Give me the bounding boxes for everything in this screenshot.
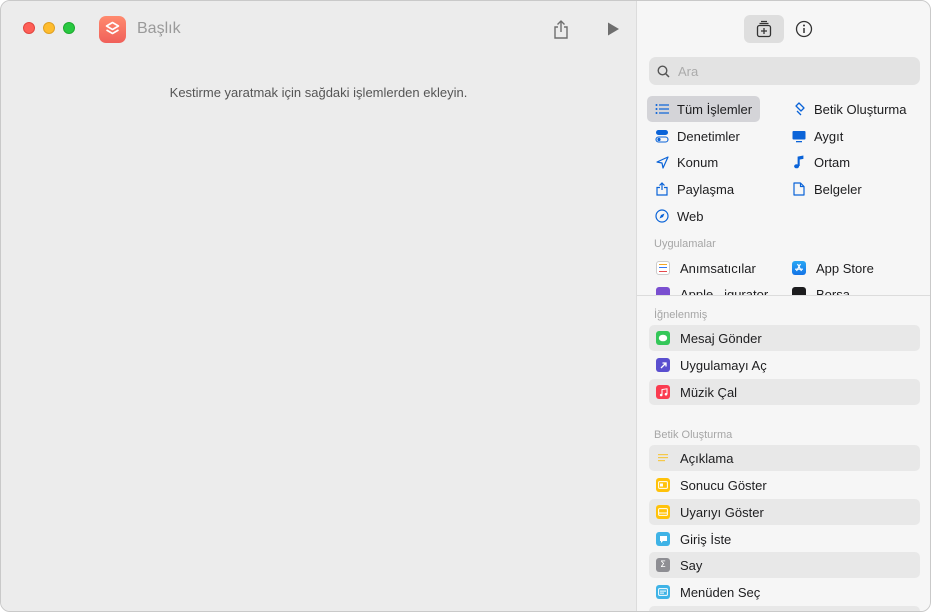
share-icon <box>554 19 568 39</box>
scripting-icon <box>792 102 806 116</box>
shortcuts-window: Başlık Kestirme yaratmak için sağdaki iş… <box>0 0 931 612</box>
library-add-icon <box>756 20 772 38</box>
stocks-icon <box>792 287 806 295</box>
action-label: Mesaj Gönder <box>680 330 762 346</box>
compass-icon <box>655 209 669 223</box>
action-next-partial[interactable] <box>649 606 920 611</box>
minimize-button[interactable] <box>43 22 55 34</box>
category-label: Belgeler <box>814 181 862 197</box>
shortcut-icon[interactable] <box>99 16 126 43</box>
apple-configurator-icon <box>656 287 670 295</box>
music-icon <box>656 385 670 399</box>
action-send-message[interactable]: Mesaj Gönder <box>649 325 920 351</box>
action-label: Müzik Çal <box>680 384 738 400</box>
action-ask-for-input[interactable]: Giriş İste <box>649 526 920 552</box>
scripting-section-label: Betik Oluşturma <box>654 429 733 441</box>
share-icon <box>655 182 669 196</box>
editor-pane: Başlık Kestirme yaratmak için sağdaki iş… <box>1 1 636 611</box>
zoom-button[interactable] <box>63 22 75 34</box>
app-label: Anımsatıcılar <box>680 260 756 276</box>
category-media[interactable]: Ortam <box>784 149 858 175</box>
display-icon <box>792 129 806 143</box>
run-button[interactable] <box>599 15 627 43</box>
category-label: Konum <box>677 154 719 170</box>
search-icon <box>657 64 670 78</box>
action-comment[interactable]: Açıklama <box>649 445 920 471</box>
choose-menu-icon <box>656 585 670 599</box>
action-count[interactable]: Σ Say <box>649 552 920 578</box>
category-documents[interactable]: Belgeler <box>784 176 870 202</box>
open-app-icon <box>656 358 670 372</box>
action-library-pane: Tüm İşlemler Betik Oluşturma Denetimler … <box>636 1 930 611</box>
category-scripting[interactable]: Betik Oluşturma <box>784 96 914 122</box>
show-alert-icon <box>656 505 670 519</box>
ask-input-icon <box>656 532 670 546</box>
action-label: Sonucu Göster <box>680 477 767 493</box>
category-label: Betik Oluşturma <box>814 101 907 117</box>
app-label: Apple...igurator <box>680 286 769 296</box>
show-result-icon <box>656 478 670 492</box>
app-item-reminders[interactable]: Anımsatıcılar <box>656 256 756 280</box>
action-label: Uygulamayı Aç <box>680 357 767 373</box>
action-open-app[interactable]: Uygulamayı Aç <box>649 352 920 378</box>
category-sharing[interactable]: Paylaşma <box>647 176 742 202</box>
category-web[interactable]: Web <box>647 203 712 229</box>
category-label: Ortam <box>814 154 851 170</box>
app-label: Borsa <box>816 286 850 296</box>
shortcut-title[interactable]: Başlık <box>137 20 181 38</box>
share-button[interactable] <box>547 15 575 43</box>
empty-editor-hint: Kestirme yaratmak için sağdaki işlemlerd… <box>169 85 468 100</box>
category-device[interactable]: Aygıt <box>784 123 851 149</box>
category-controls[interactable]: Denetimler <box>647 123 748 149</box>
app-store-icon <box>792 261 806 275</box>
toggles-icon <box>655 129 669 143</box>
music-note-icon <box>792 155 806 169</box>
action-label: Açıklama <box>680 450 734 466</box>
apps-list[interactable]: Anımsatıcılar App Store Apple...igurator… <box>637 239 930 295</box>
count-icon: Σ <box>656 558 670 572</box>
category-label: Aygıt <box>814 128 844 144</box>
library-tab-button[interactable] <box>744 15 784 43</box>
document-icon <box>792 182 806 196</box>
reminders-icon <box>656 261 670 275</box>
details-tab-button[interactable] <box>784 15 824 43</box>
action-label: Menüden Seç <box>680 584 761 600</box>
messages-icon <box>656 331 670 345</box>
app-item-apple-configurator[interactable]: Apple...igurator <box>656 282 768 295</box>
window-controls <box>23 22 75 34</box>
action-label: Uyarıyı Göster <box>680 504 764 520</box>
action-label: Giriş İste <box>680 531 732 547</box>
info-icon <box>795 20 813 38</box>
pane-divider[interactable] <box>637 295 930 296</box>
app-label: App Store <box>816 260 874 276</box>
app-item-app-store[interactable]: App Store <box>792 256 874 280</box>
action-show-result[interactable]: Sonucu Göster <box>649 472 920 498</box>
action-label: Say <box>680 557 703 573</box>
comment-icon <box>656 451 670 465</box>
action-play-music[interactable]: Müzik Çal <box>649 379 920 405</box>
search-input[interactable] <box>678 63 908 79</box>
category-all-actions[interactable]: Tüm İşlemler <box>647 96 761 122</box>
shortcuts-logo-icon <box>105 21 120 35</box>
app-item-stocks[interactable]: Borsa <box>792 282 850 295</box>
category-label: Web <box>677 208 704 224</box>
category-location[interactable]: Konum <box>647 149 726 175</box>
pinned-section-label: İğnelenmiş <box>654 309 708 321</box>
location-arrow-icon <box>655 155 669 169</box>
play-icon <box>608 22 619 36</box>
category-label: Paylaşma <box>677 181 735 197</box>
action-search-field[interactable] <box>649 57 920 85</box>
category-label: Tüm İşlemler <box>677 101 753 117</box>
close-button[interactable] <box>23 22 35 34</box>
action-show-alert[interactable]: Uyarıyı Göster <box>649 499 920 525</box>
action-choose-from-menu[interactable]: Menüden Seç <box>649 579 920 605</box>
list-icon <box>655 102 669 116</box>
category-label: Denetimler <box>677 128 740 144</box>
